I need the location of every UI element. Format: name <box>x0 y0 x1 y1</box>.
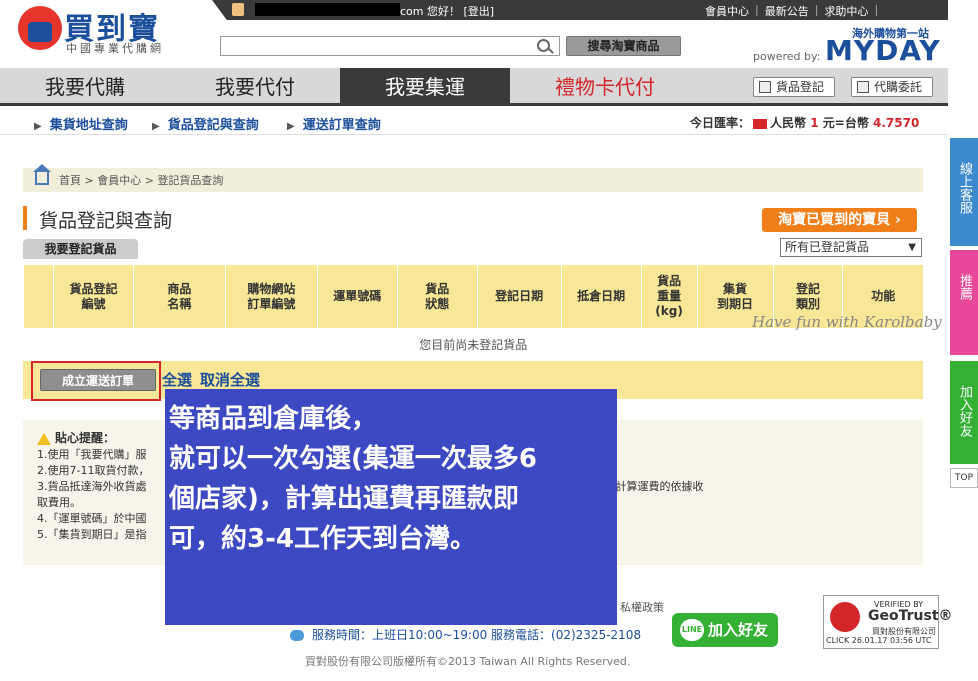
right-edge <box>948 0 978 136</box>
line-logo-icon: LINE <box>680 619 704 641</box>
arrow-right-icon: ▶ <box>287 121 295 132</box>
top-links: 會員中心 | 最新公告 | 求助中心 | <box>705 3 879 19</box>
side-online-service[interactable]: 線上客服 <box>950 138 978 246</box>
powered-by-label: powered by: <box>753 50 821 63</box>
warning-icon <box>37 433 51 445</box>
select-all-link[interactable]: 全選 <box>162 369 192 390</box>
goods-register-button[interactable]: 貨品登記 <box>753 77 835 97</box>
tab-consolidated-shipping[interactable]: 我要集運 <box>340 68 510 106</box>
tab-purchase-agent[interactable]: 我要代購 <box>0 68 170 106</box>
subnav-shipping-query[interactable]: ▶ 運送訂單查詢 <box>287 114 381 133</box>
announcements-link[interactable]: 最新公告 <box>765 3 809 19</box>
col-header: 貨品登記 編號 <box>52 265 134 328</box>
unselect-all-link[interactable]: 取消全選 <box>200 369 260 390</box>
col-header: 貨品 狀態 <box>396 265 478 328</box>
side-line-add-friend[interactable]: 加入好友 <box>950 361 978 464</box>
header: 買到寶 中國專業代購網 com 您好！ [登出] 會員中心 | 最新公告 | 求助中… <box>0 0 978 68</box>
logo-subtitle: 中國專業代購網 <box>66 42 164 55</box>
page-title: 貨品登記與查詢 <box>23 206 172 232</box>
breadcrumb: 首頁 > 會員中心 > 登記貨品查詢 <box>23 164 923 192</box>
exchange-rate: 今日匯率： 人民幣 1 元=台幣 4.7570 <box>690 116 920 130</box>
goods-filter-select[interactable]: 所有已登記貨品 ▼ <box>780 238 922 257</box>
back-to-top-button[interactable]: TOP <box>950 468 978 488</box>
subnav-address-query[interactable]: ▶ 集貨地址查詢 <box>34 114 128 133</box>
dropdown-arrow-icon: ▼ <box>908 242 916 253</box>
col-header: 抵倉日期 <box>560 265 642 328</box>
line-add-friend-button[interactable]: LINE 加入好友 <box>672 613 778 647</box>
search-input[interactable] <box>220 36 560 56</box>
side-recommend[interactable]: 推薦 <box>950 250 978 355</box>
col-header: 登記日期 <box>476 265 562 328</box>
privacy-policy-link[interactable]: 私權政策 <box>620 599 664 615</box>
register-goods-button[interactable]: 我要登記貨品 <box>23 239 138 259</box>
arrow-right-icon: ▶ <box>152 121 160 132</box>
redacted-username <box>255 3 400 16</box>
annotation-overlay: 等商品到倉庫後， 就可以一次勾選(集運一次最多6 個店家)，計算出運費再匯款即 … <box>165 389 617 625</box>
taobao-search-button[interactable]: 搜尋淘寶商品 <box>566 36 681 56</box>
overlay-line: 個店家)，計算出運費再匯款即 <box>169 484 519 514</box>
search-icon[interactable] <box>537 39 550 52</box>
service-hours: 服務時間：上班日10:00~19:00 服務電話：(02)2325-2108 <box>290 626 641 643</box>
header-checkbox-col <box>23 265 54 328</box>
user-greeting[interactable]: com 您好！ [登出] <box>400 3 494 19</box>
china-flag-icon <box>753 118 768 129</box>
pencil-icon <box>857 81 869 93</box>
geotrust-logo-icon <box>830 602 860 632</box>
watermark: Have fun with Karolbaby <box>752 313 942 331</box>
sub-nav: ▶ 集貨地址查詢 ▶ 貨品登記與查詢 ▶ 運送訂單查詢 今日匯率： 人民幣 1 元=台幣… <box>0 109 948 135</box>
tab-gift-card-payment[interactable]: 禮物卡代付 <box>510 68 700 106</box>
copyright: 買對股份有限公司版權所有©2013 Taiwan All Rights Rese… <box>305 655 631 668</box>
col-header: 購物網站 訂單編號 <box>224 265 318 328</box>
overlay-line: 就可以一次勾選(集運一次最多6 <box>169 444 537 474</box>
arrow-right-icon: ▶ <box>34 121 42 132</box>
subnav-goods-query[interactable]: ▶ 貨品登記與查詢 <box>152 114 259 133</box>
chat-icon <box>290 630 304 641</box>
overlay-line: 等商品到倉庫後， <box>169 404 378 434</box>
purchase-request-button[interactable]: 代購委託 <box>851 77 933 97</box>
myday-logo[interactable]: MYDAY <box>825 34 941 67</box>
user-icon <box>232 3 244 16</box>
logo-mascot-icon[interactable] <box>18 6 62 50</box>
main-nav: 我要代購 我要代付 我要集運 禮物卡代付 貨品登記 代購委託 <box>0 68 948 106</box>
help-center-link[interactable]: 求助中心 <box>824 3 868 19</box>
empty-message: 您目前尚未登記貨品 <box>23 328 923 362</box>
col-header: 商品 名稱 <box>132 265 226 328</box>
tab-payment-agent[interactable]: 我要代付 <box>170 68 340 106</box>
col-header: 運單號碼 <box>316 265 398 328</box>
geotrust-seal[interactable]: VERIFIED BY GeoTrust® 買對股份有限公司 CLICK 26.… <box>823 595 953 649</box>
highlight-frame <box>31 361 161 401</box>
table-row: 您目前尚未登記貨品 <box>23 328 923 362</box>
taobao-purchased-button[interactable]: 淘寶已買到的寶貝 › <box>762 208 917 232</box>
col-header: 貨品 重量 (kg) <box>640 265 698 328</box>
member-center-link[interactable]: 會員中心 <box>705 3 749 19</box>
overlay-line: 可，約3-4工作天到台灣。 <box>169 524 476 554</box>
document-icon <box>759 81 771 93</box>
home-icon[interactable] <box>33 164 51 185</box>
